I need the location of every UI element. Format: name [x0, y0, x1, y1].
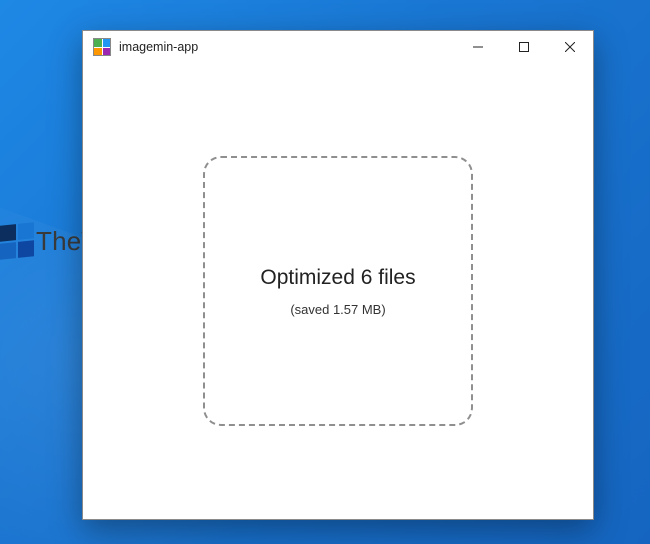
window-controls [455, 31, 593, 63]
titlebar[interactable]: imagemin-app [83, 31, 593, 63]
window-title: imagemin-app [119, 40, 198, 54]
client-area: Optimized 6 files (saved 1.57 MB) [83, 63, 593, 519]
close-icon [565, 42, 575, 52]
maximize-button[interactable] [501, 31, 547, 63]
app-icon [93, 38, 111, 56]
savings-text: (saved 1.57 MB) [290, 302, 385, 317]
desktop-wallpaper: TheWindowsClub imagemin-app [0, 0, 650, 544]
maximize-icon [519, 42, 529, 52]
close-button[interactable] [547, 31, 593, 63]
app-window: imagemin-app Optimized 6 files (saved 1.… [82, 30, 594, 520]
status-text: Optimized 6 files [260, 266, 415, 290]
drop-zone[interactable]: Optimized 6 files (saved 1.57 MB) [203, 156, 473, 426]
watermark-logo-icon [0, 222, 34, 260]
minimize-button[interactable] [455, 31, 501, 63]
minimize-icon [473, 42, 483, 52]
